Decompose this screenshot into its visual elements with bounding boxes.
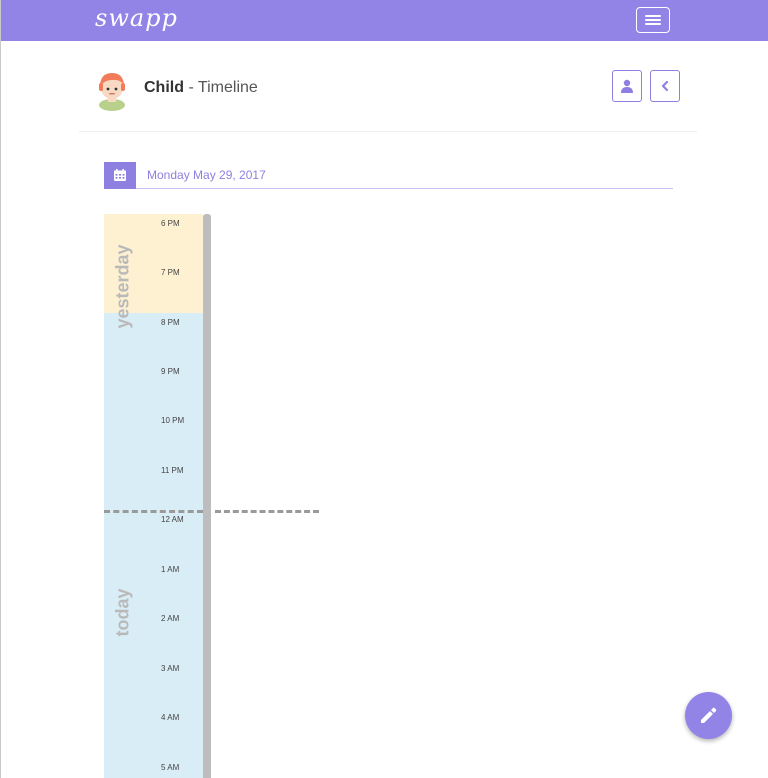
hour-label: 3 AM xyxy=(161,664,180,673)
hour-label: 2 AM xyxy=(161,614,180,623)
hour-label: 12 AM xyxy=(161,515,184,524)
hour-label: 1 AM xyxy=(161,565,180,574)
hour-label: 7 PM xyxy=(161,268,180,277)
profile-button[interactable] xyxy=(612,70,642,102)
add-entry-button[interactable] xyxy=(685,692,732,739)
hour-label: 4 AM xyxy=(161,713,180,722)
hamburger-icon-line xyxy=(645,23,661,25)
timeline-axis xyxy=(203,214,211,778)
child-avatar-icon xyxy=(99,73,125,111)
hour-label: 9 PM xyxy=(161,367,180,376)
today-band xyxy=(104,313,203,778)
pencil-icon xyxy=(701,707,717,723)
user-icon xyxy=(621,79,633,93)
yesterday-label: yesterday xyxy=(112,244,133,329)
hamburger-icon-line xyxy=(645,19,661,21)
hour-label: 8 PM xyxy=(161,318,180,327)
back-button[interactable] xyxy=(650,70,680,102)
page-title-suffix: - Timeline xyxy=(184,79,258,96)
header-divider xyxy=(79,131,697,132)
menu-toggle-button[interactable] xyxy=(636,7,670,33)
hour-label: 6 PM xyxy=(161,219,180,228)
hour-label: 5 AM xyxy=(161,763,180,772)
app-frame: swapp Child - Timeline Monday May 29, 20… xyxy=(0,0,768,778)
date-picker-button[interactable] xyxy=(104,162,136,189)
midnight-divider-extension xyxy=(215,510,319,513)
midnight-divider xyxy=(104,510,203,513)
selected-date[interactable]: Monday May 29, 2017 xyxy=(147,168,266,182)
hour-label: 10 PM xyxy=(161,416,185,425)
page-title: Child - Timeline xyxy=(144,79,258,97)
brand-logo[interactable]: swapp xyxy=(95,4,178,32)
hour-label: 11 PM xyxy=(161,466,184,475)
calendar-icon xyxy=(114,169,126,181)
date-underline xyxy=(136,188,673,189)
today-label: today xyxy=(112,588,133,637)
page-title-child: Child xyxy=(144,79,184,96)
chevron-left-icon xyxy=(661,80,669,92)
hamburger-icon xyxy=(645,15,661,17)
navbar: swapp xyxy=(1,0,768,41)
